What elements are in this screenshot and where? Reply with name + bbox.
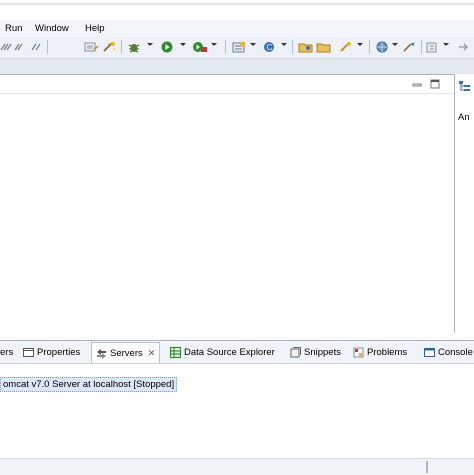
window-title-bar — [0, 0, 474, 20]
close-tab-icon[interactable]: ✕ — [148, 348, 156, 359]
tab-console[interactable]: Console — [424, 345, 473, 359]
run-icon[interactable] — [160, 41, 174, 53]
server-list-item[interactable]: omcat v7.0 Server at localhost [Stopped] — [0, 377, 178, 392]
tab-snippets[interactable]: Snippets — [290, 345, 341, 359]
tab-servers-label: Servers — [110, 347, 143, 359]
new-class-dropdown-icon[interactable] — [281, 43, 287, 46]
toolbar-separator — [292, 40, 293, 54]
main-toolbar: C — [0, 37, 474, 59]
menu-run[interactable]: Run — [5, 23, 22, 34]
tab-properties-label: Properties — [37, 346, 81, 358]
properties-icon — [23, 347, 34, 358]
collapse-icon[interactable] — [0, 41, 14, 53]
hierarchy-icon[interactable] — [30, 41, 44, 53]
search-icon[interactable] — [338, 41, 354, 53]
snippets-icon — [290, 346, 301, 358]
tab-console-label: Console — [438, 346, 473, 358]
new-class-icon[interactable]: C — [262, 41, 278, 53]
status-bar-divider — [426, 461, 428, 473]
bottom-panel: ers Properties Servers ✕ Data Source Exp… — [0, 340, 474, 475]
open-task-icon[interactable] — [316, 41, 332, 53]
tab-data-source-explorer[interactable]: Data Source Explorer — [170, 345, 275, 359]
tab-properties[interactable]: Properties — [23, 345, 80, 359]
perspective-icon[interactable] — [402, 41, 416, 53]
data-source-icon — [170, 346, 181, 358]
bottom-tab-bar: ers Properties Servers ✕ Data Source Exp… — [0, 341, 474, 364]
svg-text:C: C — [267, 43, 273, 52]
forward-icon[interactable] — [456, 41, 470, 53]
tab-snippets-label: Snippets — [304, 346, 341, 358]
debug-dropdown-icon[interactable] — [147, 43, 153, 46]
editor-area — [0, 74, 455, 333]
title-bar-stripe — [0, 3, 474, 5]
maximize-icon[interactable] — [429, 78, 441, 90]
minimize-icon[interactable] — [411, 78, 423, 90]
external-tools-dropdown-icon[interactable] — [211, 43, 217, 46]
tab-markers-label: ers — [0, 346, 14, 358]
outline-view-icon[interactable] — [458, 80, 471, 95]
status-bar — [0, 458, 474, 475]
globe-icon[interactable] — [375, 41, 389, 53]
search-dropdown-icon[interactable] — [357, 43, 363, 46]
toolbar-separator — [369, 40, 370, 54]
toolbar-separator — [47, 40, 48, 54]
console-icon — [424, 347, 435, 358]
task-list-icon[interactable] — [84, 41, 100, 53]
menu-bar: Run Window Help — [0, 20, 474, 37]
tab-data-source-explorer-label: Data Source Explorer — [184, 346, 275, 358]
external-tools-icon[interactable] — [192, 41, 208, 53]
tab-problems[interactable]: Problems — [353, 345, 407, 359]
task-icon[interactable] — [14, 41, 28, 53]
debug-icon[interactable] — [127, 41, 141, 53]
toolbar-separator — [225, 40, 226, 54]
open-type-icon[interactable] — [298, 41, 314, 53]
new-server-dropdown-icon[interactable] — [250, 43, 256, 46]
back-dropdown-icon[interactable] — [443, 43, 449, 46]
menu-help[interactable]: Help — [85, 23, 105, 34]
servers-icon — [96, 348, 107, 359]
back-icon[interactable] — [425, 41, 439, 53]
run-dropdown-icon[interactable] — [180, 43, 186, 46]
menu-window[interactable]: Window — [35, 23, 69, 34]
outline-panel: An — [455, 74, 474, 332]
toolbar-separator — [421, 40, 422, 54]
editor-tab-bar — [0, 75, 454, 94]
tab-markers[interactable]: ers — [0, 345, 13, 359]
toolbar-separator — [121, 40, 122, 54]
new-server-icon[interactable] — [231, 41, 247, 53]
tab-problems-label: Problems — [367, 346, 408, 358]
globe-dropdown-icon[interactable] — [392, 43, 398, 46]
problems-icon — [353, 347, 364, 358]
wizard-icon[interactable] — [102, 41, 118, 53]
outline-label: An — [458, 112, 470, 123]
tab-servers[interactable]: Servers ✕ — [91, 342, 161, 363]
